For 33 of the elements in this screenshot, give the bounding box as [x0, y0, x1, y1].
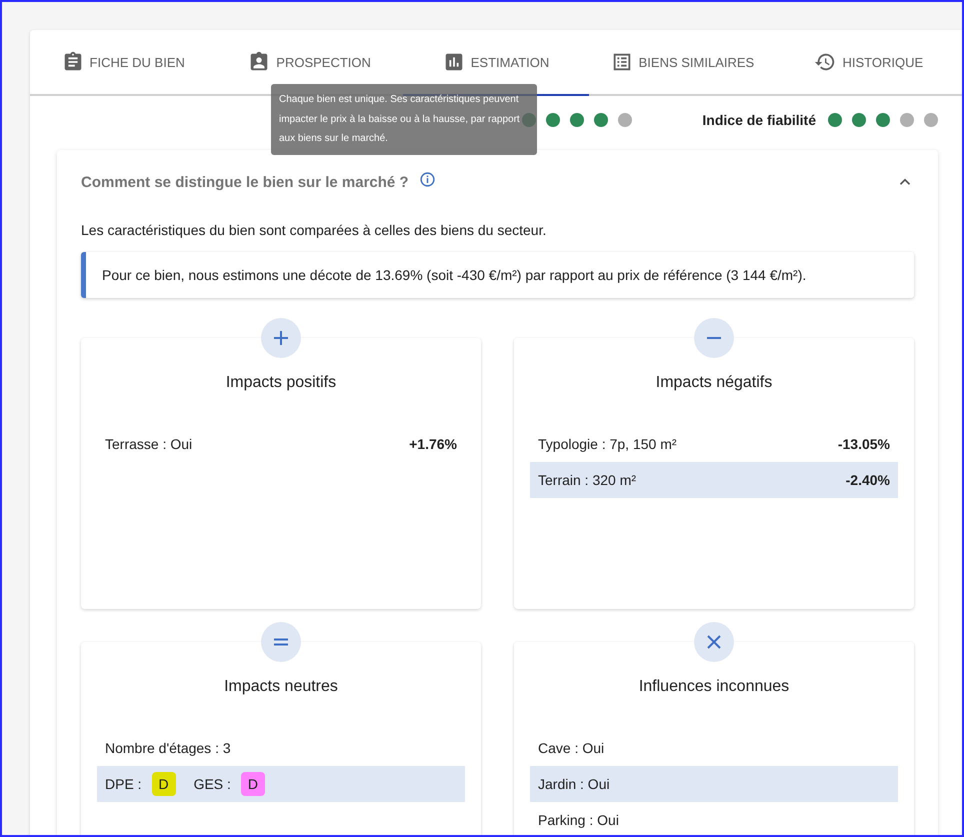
- info-icon[interactable]: [418, 170, 436, 188]
- badge-icon: [248, 51, 270, 73]
- card-title: Influences inconnues: [638, 677, 790, 697]
- tooltip: Chaque bien est unique. Ses caractéristiques peuvent impacter le prix à la baisse ou à la hausse, par rapport aux biens sur le marché.: [271, 84, 537, 154]
- criterion-label: Jardin : Oui: [538, 776, 610, 792]
- callout: Pour ce bien, nous estimons une décote de 13.69% (soit -430 €/m²) par rapport au prix de référence (3 144 €/m²).: [81, 252, 914, 298]
- criterion-label: Terrasse : Oui: [105, 436, 192, 452]
- plus-icon: [261, 318, 301, 358]
- grade-badge: D: [240, 772, 265, 796]
- tab[interactable]: FICHE DU BIEN: [30, 30, 216, 96]
- card-title: Impacts neutres: [223, 677, 339, 697]
- tab[interactable]: BIENS SIMILAIRES: [589, 30, 776, 96]
- card-title: Impacts positifs: [224, 373, 338, 393]
- history-icon: [814, 51, 836, 73]
- impact-value: -2.40%: [846, 472, 890, 488]
- criterion-label: Nombre d'étages : 3: [105, 740, 231, 756]
- energy-label: GES :: [194, 776, 231, 792]
- impact-value: +1.76%: [409, 436, 457, 452]
- impact-value: -13.05%: [838, 436, 890, 452]
- criterion-label: Parking : Oui: [538, 812, 619, 828]
- criterion-label: Typologie : 7p, 150 m²: [538, 436, 677, 452]
- energy-label: DPE :: [105, 776, 142, 792]
- grade-badge: D: [152, 772, 176, 796]
- close-icon: [694, 622, 734, 662]
- card-title: Impacts négatifs: [654, 373, 774, 393]
- criterion-label: Cave : Oui: [538, 740, 604, 756]
- section-title: Comment se distingue le bien sur le marché ?: [81, 174, 409, 190]
- tab[interactable]: HISTORIQUE: [776, 30, 962, 96]
- criterion-label: Terrain : 320 m²: [538, 472, 636, 488]
- intro-text: Les caractéristiques du bien sont comparées à celles des biens du secteur.: [81, 222, 548, 238]
- equals-icon: [261, 622, 301, 662]
- minus-icon: [694, 318, 734, 358]
- reliability-label: Indice de fiabilité: [702, 112, 816, 128]
